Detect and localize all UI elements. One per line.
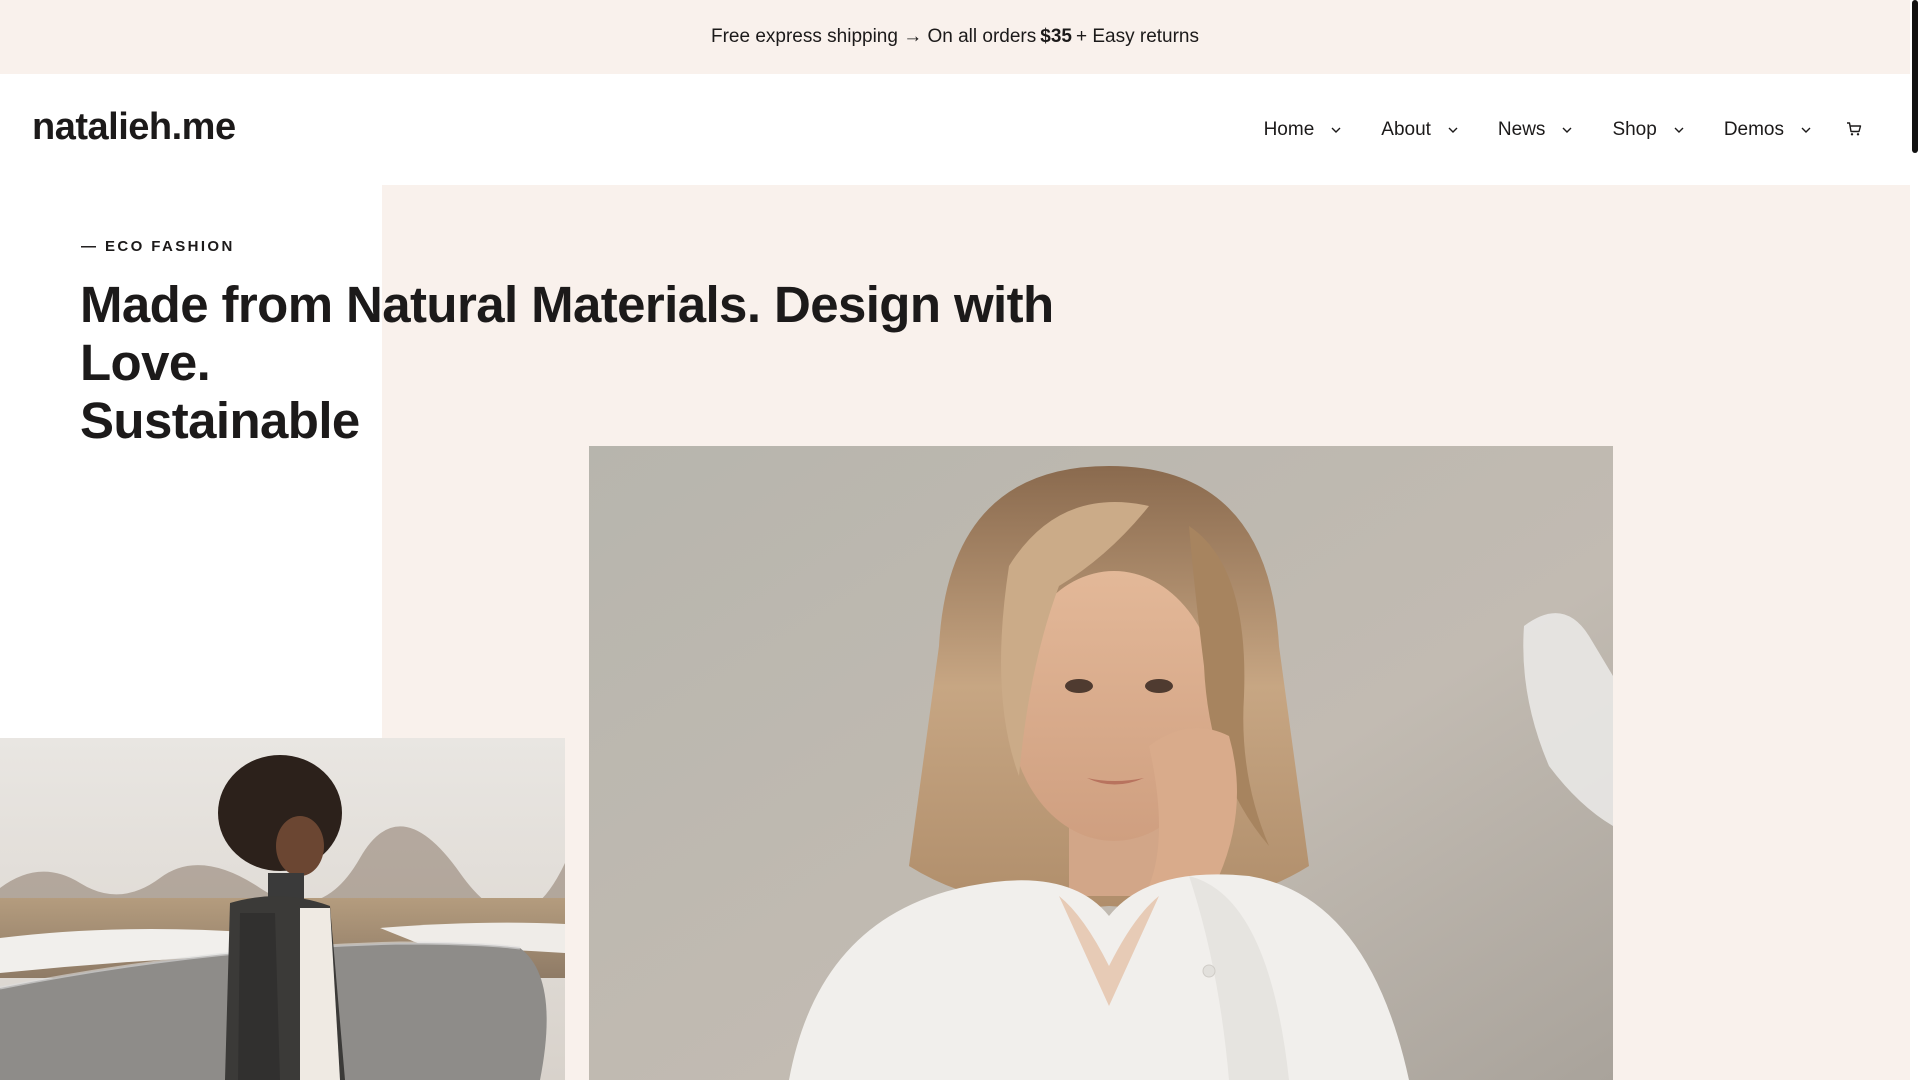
hero-headline: Made from Natural Materials. Design with…	[80, 276, 1180, 450]
main-nav: Home About News Shop Demos	[1264, 74, 1864, 185]
hero-eyebrow: — ECO FASHION	[81, 238, 235, 255]
nav-item-shop[interactable]: Shop	[1612, 119, 1684, 141]
site-header: natalieh.me Home About News Shop Demos	[0, 74, 1910, 185]
nav-item-label: Shop	[1612, 118, 1657, 140]
announcement-price: $35	[1040, 26, 1072, 47]
chevron-down-icon	[1447, 124, 1459, 136]
nav-item-demos[interactable]: Demos	[1724, 119, 1812, 141]
chevron-down-icon	[1673, 124, 1685, 136]
site-logo[interactable]: natalieh.me	[32, 106, 236, 149]
nav-item-label: About	[1381, 118, 1431, 140]
nav-item-about[interactable]: About	[1381, 119, 1459, 141]
hero-photo-main	[589, 446, 1613, 1080]
nav-item-label: News	[1497, 118, 1546, 140]
nav-item-home[interactable]: Home	[1264, 119, 1343, 141]
announcement-text: Free express shipping → On all orders	[711, 26, 1037, 47]
announcement-text-after: + Easy returns	[1075, 26, 1199, 47]
hero-headline-line2: Sustainable	[80, 392, 360, 449]
hero-headline-line1: Made from Natural Materials. Design with…	[80, 276, 1054, 391]
hero-photo-secondary	[0, 738, 565, 1080]
chevron-down-icon	[1330, 124, 1342, 136]
nav-item-news[interactable]: News	[1498, 119, 1574, 141]
nav-item-label: Demos	[1723, 118, 1784, 140]
announcement-bar: Free express shipping → On all orders $3…	[0, 0, 1910, 74]
cart-icon[interactable]	[1846, 121, 1864, 139]
chevron-down-icon	[1800, 124, 1812, 136]
scrollbar-thumb[interactable]	[1912, 0, 1918, 153]
chevron-down-icon	[1561, 124, 1573, 136]
page-scrollbar[interactable]	[1910, 0, 1920, 1080]
nav-item-label: Home	[1263, 118, 1315, 140]
